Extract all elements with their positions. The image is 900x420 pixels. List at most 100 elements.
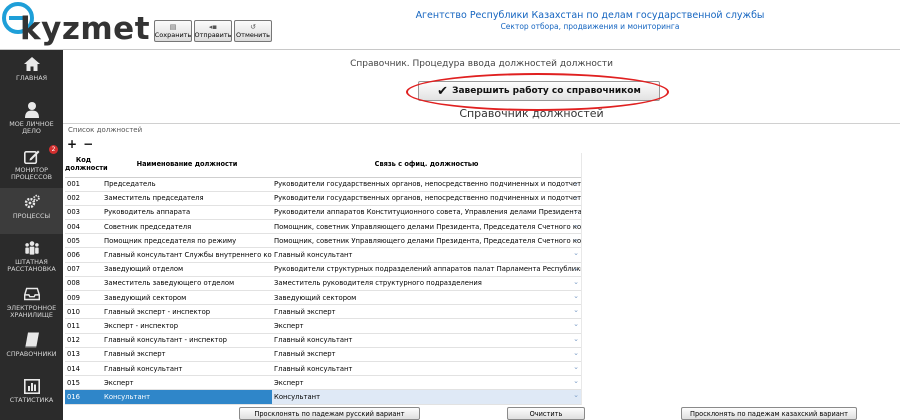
sidebar-item-process-monitor[interactable]: 2 МОНИТОР ПРОЦЕССОВ	[0, 142, 63, 188]
cell-name[interactable]: Заместитель председателя	[102, 191, 272, 206]
cell-link-select[interactable]: Руководители структурных подразделений а…	[272, 262, 581, 277]
cell-link-select[interactable]: Заведующий сектором ⌄	[272, 290, 581, 306]
cell-link-select[interactable]: Главный эксперт ⌄	[272, 347, 581, 362]
chevron-down-icon[interactable]: ⌄	[573, 264, 579, 272]
table-row[interactable]: 003 Руководитель аппарата Руководители апп…	[65, 205, 581, 221]
cell-name[interactable]: Главный консультант	[102, 361, 272, 377]
table-row[interactable]: 010 Главный эксперт - инспектор Главный эк…	[65, 304, 581, 320]
cell-link-select[interactable]: Консультант ⌄	[272, 389, 581, 405]
table-row[interactable]: 013 Главный эксперт Главный эксперт ⌄	[65, 347, 581, 362]
chevron-down-icon[interactable]: ⌄	[573, 193, 579, 201]
column-header-link[interactable]: Связь с офиц. должностью	[272, 153, 581, 178]
add-row-button[interactable]: +	[67, 138, 77, 150]
cell-link-select[interactable]: Эксперт ⌄	[272, 375, 581, 391]
column-header-code[interactable]: Код должности	[65, 153, 108, 178]
cell-code[interactable]: 014	[65, 361, 102, 377]
table-row[interactable]: 008 Заместитель заведующего отделом Замест…	[65, 276, 581, 292]
cell-link-select[interactable]: Помощник, советник Управляющего делами П…	[272, 233, 581, 249]
chevron-down-icon[interactable]: ⌄	[573, 306, 579, 314]
table-row[interactable]: 016 Консультант Консультант ⌄	[65, 389, 581, 405]
remove-row-button[interactable]: −	[83, 138, 93, 150]
chevron-down-icon[interactable]: ⌄	[573, 363, 579, 371]
cell-link-select[interactable]: Руководители аппаратов Конституционного …	[272, 205, 581, 221]
cell-code[interactable]: 003	[65, 205, 102, 221]
cell-link-select[interactable]: Руководители государственных органов, не…	[272, 177, 581, 192]
table-row[interactable]: 007 Заведующий отделом Руководители структ…	[65, 262, 581, 277]
sidebar-item-home[interactable]: ГЛАВНАЯ	[0, 50, 63, 96]
cell-code[interactable]: 005	[65, 233, 102, 249]
sidebar-item-storage[interactable]: ЭЛЕКТРОННОЕ ХРАНИЛИЩЕ	[0, 280, 63, 326]
cell-name[interactable]: Главный консультант - инспектор	[102, 333, 272, 348]
chevron-down-icon[interactable]: ⌄	[573, 179, 579, 187]
table-row[interactable]: 004 Советник председателя Помощник, советн…	[65, 219, 581, 235]
cell-code[interactable]: 011	[65, 318, 102, 334]
column-header-name[interactable]: Наименование должности	[102, 153, 272, 178]
clear-button[interactable]: Очистить	[507, 407, 585, 420]
cell-code[interactable]: 007	[65, 262, 102, 277]
sidebar-item-statistics[interactable]: СТАТИСТИКА	[0, 372, 63, 418]
chevron-down-icon[interactable]: ⌄	[573, 278, 579, 286]
chevron-down-icon[interactable]: ⌄	[573, 377, 579, 385]
table-row[interactable]: 006 Главный консультант Службы внутреннег…	[65, 247, 581, 263]
cell-link-select[interactable]: Заместитель руководителя структурного по…	[272, 276, 581, 292]
cell-name[interactable]: Председатель	[102, 177, 272, 192]
cell-code[interactable]: 002	[65, 191, 102, 206]
cell-name[interactable]: Главный консультант Службы внутреннего к…	[102, 247, 272, 263]
cell-name[interactable]: Главный эксперт - инспектор	[102, 304, 272, 320]
cell-code[interactable]: 009	[65, 290, 102, 306]
chevron-down-icon[interactable]: ⌄	[573, 221, 579, 229]
cell-code[interactable]: 004	[65, 219, 102, 235]
table-row[interactable]: 001 Председатель Руководители государствен…	[65, 177, 581, 192]
table-row[interactable]: 012 Главный консультант - инспектор Главны…	[65, 333, 581, 348]
chevron-down-icon[interactable]: ⌄	[573, 292, 579, 300]
cell-name[interactable]: Помощник председателя по режиму	[102, 233, 272, 249]
sidebar-item-personal-file[interactable]: МОЕ ЛИЧНОЕ ДЕЛО	[0, 96, 63, 142]
cell-name[interactable]: Консультант	[102, 389, 272, 405]
cell-link-select[interactable]: Помощник, советник Управляющего делами П…	[272, 219, 581, 235]
table-row[interactable]: 015 Эксперт Эксперт ⌄	[65, 375, 581, 391]
chevron-down-icon[interactable]: ⌄	[573, 391, 579, 399]
sidebar-item-staffing[interactable]: ШТАТНАЯ РАССТАНОВКА	[0, 234, 63, 280]
cell-code[interactable]: 008	[65, 276, 102, 292]
chevron-down-icon[interactable]: ⌄	[573, 335, 579, 343]
cell-link-select[interactable]: Главный консультант ⌄	[272, 361, 581, 377]
cell-name[interactable]: Заведующий отделом	[102, 262, 272, 277]
cell-code[interactable]: 006	[65, 247, 102, 263]
decline-russian-button[interactable]: Просклонять по падежам русский вариант	[239, 407, 420, 420]
cell-code[interactable]: 013	[65, 347, 102, 362]
chevron-down-icon[interactable]: ⌄	[573, 320, 579, 328]
cell-name[interactable]: Эксперт - инспектор	[102, 318, 272, 334]
cell-link-select[interactable]: Эксперт ⌄	[272, 318, 581, 334]
sidebar-item-processes[interactable]: ПРОЦЕССЫ	[0, 188, 63, 234]
chevron-down-icon[interactable]: ⌄	[573, 349, 579, 357]
table-row[interactable]: 005 Помощник председателя по режиму Помощн…	[65, 233, 581, 249]
table-row[interactable]: 011 Эксперт - инспектор Эксперт ⌄	[65, 318, 581, 334]
cell-name[interactable]: Эксперт	[102, 375, 272, 391]
chevron-down-icon[interactable]: ⌄	[573, 207, 579, 215]
table-row[interactable]: 014 Главный консультант Главный консультан…	[65, 361, 581, 377]
cell-link-select[interactable]: Главный консультант ⌄	[272, 247, 581, 263]
cell-code[interactable]: 010	[65, 304, 102, 320]
cell-link-select[interactable]: Главный консультант ⌄	[272, 333, 581, 348]
chevron-down-icon[interactable]: ⌄	[573, 235, 579, 243]
save-button[interactable]: ▤ Сохранить	[154, 20, 192, 42]
cell-name[interactable]: Советник председателя	[102, 219, 272, 235]
cell-code[interactable]: 012	[65, 333, 102, 348]
cell-name[interactable]: Руководитель аппарата	[102, 205, 272, 221]
finish-directory-button[interactable]: ✔ Завершить работу со справочником	[418, 81, 660, 101]
cell-link-select[interactable]: Руководители государственных органов, не…	[272, 191, 581, 206]
decline-kazakh-button[interactable]: Просклонять по падежам казахский вариант	[681, 407, 857, 420]
cell-name[interactable]: Заместитель заведующего отделом	[102, 276, 272, 292]
cell-code[interactable]: 016	[65, 389, 102, 405]
undo-button[interactable]: ↺ Отменить	[234, 20, 272, 42]
send-button[interactable]: ◂▪ Отправить	[194, 20, 232, 42]
cell-name[interactable]: Главный эксперт	[102, 347, 272, 362]
cell-code[interactable]: 001	[65, 177, 102, 192]
cell-name[interactable]: Заведующий сектором	[102, 290, 272, 306]
cell-code[interactable]: 015	[65, 375, 102, 391]
table-row[interactable]: 002 Заместитель председателя Руководители …	[65, 191, 581, 206]
cell-link-select[interactable]: Главный эксперт ⌄	[272, 304, 581, 320]
table-row[interactable]: 009 Заведующий сектором Заведующий секторо…	[65, 290, 581, 306]
sidebar-item-directories[interactable]: СПРАВОЧНИКИ	[0, 326, 63, 372]
chevron-down-icon[interactable]: ⌄	[573, 249, 579, 257]
